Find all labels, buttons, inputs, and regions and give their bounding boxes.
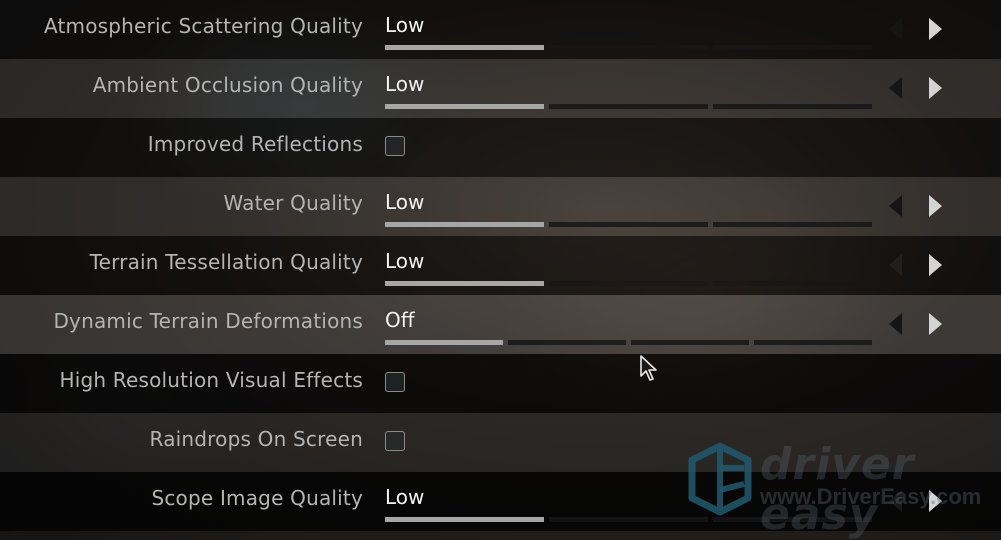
setting-row-dynamic-terrain-deformations[interactable]: Dynamic Terrain Deformations Off xyxy=(0,295,1001,354)
level-segment xyxy=(385,340,503,345)
setting-row-raindrops-on-screen[interactable]: Raindrops On Screen xyxy=(0,413,1001,472)
level-segment xyxy=(713,104,872,109)
setting-value: Low xyxy=(385,13,425,37)
setting-label: Ambient Occlusion Quality xyxy=(92,73,363,97)
setting-row-high-resolution-visual-effects[interactable]: High Resolution Visual Effects xyxy=(0,354,1001,413)
setting-row-water-quality[interactable]: Water Quality Low xyxy=(0,177,1001,236)
setting-label: Raindrops On Screen xyxy=(149,427,363,451)
setting-label: Scope Image Quality xyxy=(151,486,363,510)
level-segment xyxy=(549,222,708,227)
level-segment xyxy=(385,517,544,522)
setting-row-ambient-occlusion-quality[interactable]: Ambient Occlusion Quality Low xyxy=(0,59,1001,118)
level-segment xyxy=(385,222,544,227)
level-segment xyxy=(549,45,708,50)
right-arrow-icon[interactable] xyxy=(929,18,942,40)
level-segment xyxy=(713,45,872,50)
quality-level-bar[interactable] xyxy=(385,281,872,286)
quality-level-bar[interactable] xyxy=(385,517,872,522)
level-segment xyxy=(549,517,708,522)
level-segment xyxy=(385,45,544,50)
level-segment xyxy=(631,340,749,345)
setting-value: Low xyxy=(385,190,425,214)
right-arrow-icon[interactable] xyxy=(929,77,942,99)
high-resolution-visual-effects-checkbox[interactable] xyxy=(385,372,405,392)
setting-value: Low xyxy=(385,72,425,96)
left-arrow-icon[interactable] xyxy=(889,18,902,40)
setting-value: Off xyxy=(385,308,415,332)
setting-row-atmospheric-scattering-quality[interactable]: Atmospheric Scattering Quality Low xyxy=(0,0,1001,59)
quality-level-bar[interactable] xyxy=(385,45,872,50)
level-segment xyxy=(713,281,872,286)
left-arrow-icon[interactable] xyxy=(889,77,902,99)
level-segment xyxy=(508,340,626,345)
setting-row-improved-reflections[interactable]: Improved Reflections xyxy=(0,118,1001,177)
right-arrow-icon[interactable] xyxy=(929,195,942,217)
setting-row-scope-image-quality[interactable]: Scope Image Quality Low xyxy=(0,472,1001,531)
right-arrow-icon[interactable] xyxy=(929,490,942,512)
right-arrow-icon[interactable] xyxy=(929,313,942,335)
left-arrow-icon[interactable] xyxy=(889,254,902,276)
setting-label: Atmospheric Scattering Quality xyxy=(43,14,363,38)
setting-label: High Resolution Visual Effects xyxy=(59,368,363,392)
level-segment xyxy=(713,517,872,522)
quality-level-bar[interactable] xyxy=(385,340,872,345)
level-segment xyxy=(549,104,708,109)
setting-value: Low xyxy=(385,249,425,273)
improved-reflections-checkbox[interactable] xyxy=(385,136,405,156)
right-arrow-icon[interactable] xyxy=(929,254,942,276)
quality-level-bar[interactable] xyxy=(385,222,872,227)
graphics-settings-list: Atmospheric Scattering Quality Low Ambie… xyxy=(0,0,1001,531)
level-segment xyxy=(549,281,708,286)
level-segment xyxy=(713,222,872,227)
left-arrow-icon[interactable] xyxy=(889,195,902,217)
left-arrow-icon[interactable] xyxy=(889,490,902,512)
setting-label: Water Quality xyxy=(223,191,363,215)
setting-label: Terrain Tessellation Quality xyxy=(89,250,363,274)
setting-row-terrain-tessellation-quality[interactable]: Terrain Tessellation Quality Low xyxy=(0,236,1001,295)
raindrops-on-screen-checkbox[interactable] xyxy=(385,431,405,451)
level-segment xyxy=(385,281,544,286)
level-segment xyxy=(754,340,872,345)
level-segment xyxy=(385,104,544,109)
setting-value: Low xyxy=(385,485,425,509)
quality-level-bar[interactable] xyxy=(385,104,872,109)
setting-label: Improved Reflections xyxy=(147,132,363,156)
setting-label: Dynamic Terrain Deformations xyxy=(53,309,363,333)
left-arrow-icon[interactable] xyxy=(889,313,902,335)
